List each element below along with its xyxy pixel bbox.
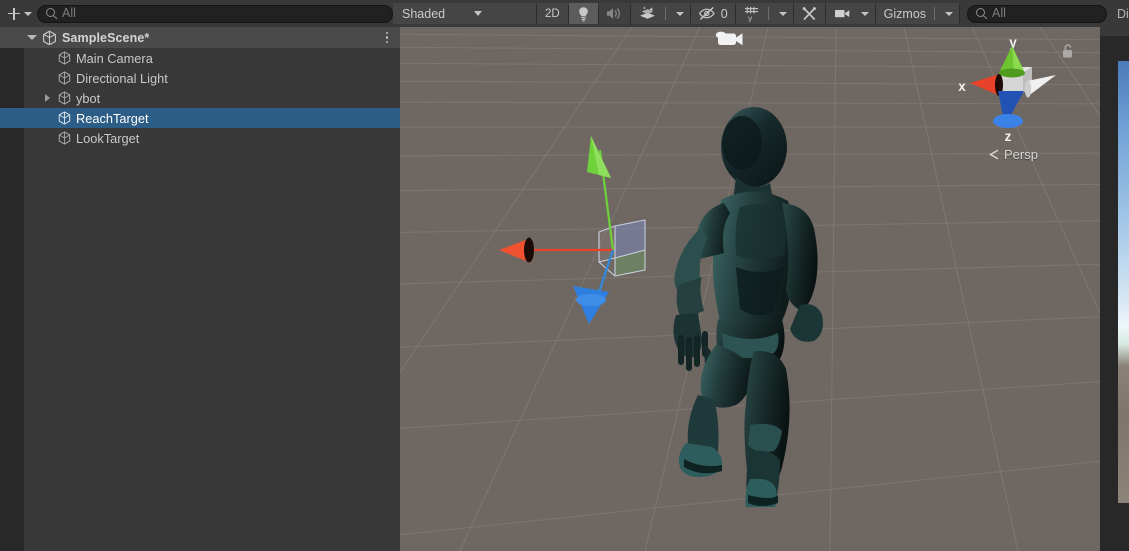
scene-camera-settings[interactable] xyxy=(825,3,875,24)
scene-view[interactable]: y x z Persp xyxy=(400,27,1100,551)
gameobject-cube-icon xyxy=(58,111,71,125)
move-tool-gizmo[interactable] xyxy=(495,122,685,345)
selection-wire-cube xyxy=(598,219,646,277)
hierarchy-scene-row[interactable]: SampleScene* xyxy=(0,27,400,48)
chevron-down-icon xyxy=(675,11,684,16)
gameobject-cube-icon xyxy=(58,71,71,85)
hierarchy-item-reachtarget[interactable]: ReachTarget xyxy=(0,108,400,128)
gizmos-label[interactable]: Gizmos xyxy=(876,7,933,21)
hierarchy-item-ybot[interactable]: ybot xyxy=(0,88,400,108)
axis-label-y: y xyxy=(1009,35,1017,50)
ybot-character[interactable] xyxy=(670,107,870,512)
chevron-down-icon xyxy=(778,11,787,16)
hidden-objects-toggle[interactable]: 0 xyxy=(690,3,735,24)
scene-orientation-gizmo[interactable]: y x z Persp xyxy=(948,29,1078,169)
grid-group: y xyxy=(735,3,793,24)
hierarchy-object-list: Main Camera Directional Light ybot Reach… xyxy=(0,48,400,148)
2d-mode-toggle[interactable]: 2D xyxy=(537,3,568,24)
gameobject-cube-icon xyxy=(58,131,71,145)
hierarchy-toolbar: All xyxy=(0,0,393,27)
hierarchy-item-looktarget[interactable]: LookTarget xyxy=(0,128,400,148)
hierarchy-item-label: ReachTarget xyxy=(76,110,149,126)
hierarchy-panel: SampleScene* Main Camera Directional Lig… xyxy=(0,27,400,551)
axis-label-x: x xyxy=(958,79,966,94)
kebab-menu-icon[interactable] xyxy=(385,27,388,48)
toolbar-divider xyxy=(664,7,666,20)
scene-view-toolbar: Shaded 2D 0 y Gizmos All Di xyxy=(393,0,1129,27)
scene-fx-group xyxy=(630,3,690,24)
speaker-icon xyxy=(606,8,620,19)
draw-mode-dropdown[interactable]: Shaded xyxy=(393,3,536,24)
tools-cross-icon xyxy=(802,6,816,20)
plus-icon xyxy=(7,7,21,21)
hierarchy-item-label: Directional Light xyxy=(76,70,168,86)
toolbar-divider xyxy=(934,7,936,20)
unity-scene-icon xyxy=(43,30,56,45)
camera-button[interactable] xyxy=(826,3,856,24)
eye-off-icon xyxy=(698,6,715,20)
toolbar-separator xyxy=(959,4,961,23)
scene-fx-toggle[interactable] xyxy=(631,3,664,24)
game-view-panel-sliver[interactable] xyxy=(1100,27,1129,551)
humanoid-mesh xyxy=(673,107,823,512)
camera-icon xyxy=(715,31,743,46)
camera-icon xyxy=(834,10,849,18)
scene-search-input[interactable]: All xyxy=(967,4,1108,23)
effects-layers-icon xyxy=(639,6,655,19)
top-toolbar: All Shaded 2D 0 y Gizmos All Di xyxy=(0,0,1129,27)
hierarchy-item-main-camera[interactable]: Main Camera xyxy=(0,48,400,68)
hierarchy-item-label: LookTarget xyxy=(76,130,140,146)
toolbar-divider xyxy=(767,7,769,20)
grid-axis-icon: y xyxy=(744,6,758,22)
scene-search-placeholder: All xyxy=(992,6,1006,21)
grid-visibility-toggle[interactable]: y xyxy=(736,3,767,24)
hierarchy-item-directional-light[interactable]: Directional Light xyxy=(0,68,400,88)
game-view-render xyxy=(1118,61,1129,503)
truncated-tab-label[interactable]: Dis xyxy=(1107,7,1129,21)
unity-editor-window: All Shaded 2D 0 y Gizmos All Di SampleSc… xyxy=(0,0,1129,551)
grid-dropdown[interactable] xyxy=(770,11,793,16)
camera-dropdown[interactable] xyxy=(856,11,875,16)
create-button[interactable] xyxy=(4,4,35,24)
projection-mode-label[interactable]: Persp xyxy=(948,147,1078,162)
chevron-right-icon[interactable] xyxy=(45,94,50,102)
translate-handles xyxy=(499,136,646,324)
hierarchy-search-input[interactable]: All xyxy=(37,4,393,23)
game-view-tabbar xyxy=(1100,27,1129,36)
snap-settings-button[interactable] xyxy=(793,3,825,24)
chevron-down-icon xyxy=(860,11,869,16)
scene-fx-dropdown[interactable] xyxy=(667,11,690,16)
gizmos-dropdown[interactable] xyxy=(936,11,959,16)
gizmos-group: Gizmos xyxy=(875,3,960,24)
hidden-objects-count: 0 xyxy=(720,6,728,21)
scene-audio-toggle[interactable] xyxy=(598,3,630,24)
axis-cones: y x z xyxy=(958,35,1056,144)
chevron-down-icon xyxy=(474,11,483,16)
gameobject-cube-icon xyxy=(58,91,71,105)
chevron-down-icon xyxy=(945,11,954,16)
chevron-down-icon xyxy=(24,11,32,16)
search-icon xyxy=(46,8,57,19)
svg-text:y: y xyxy=(748,13,753,22)
chevron-down-icon[interactable] xyxy=(27,35,37,40)
gameobject-cube-icon xyxy=(58,51,71,65)
main-camera-gizmo[interactable] xyxy=(710,27,750,54)
hierarchy-item-label: ybot xyxy=(76,90,101,106)
axis-label-z: z xyxy=(1005,129,1012,144)
hierarchy-search-placeholder: All xyxy=(62,6,76,21)
projection-label-text: Persp xyxy=(1004,147,1038,162)
draw-mode-label: Shaded xyxy=(402,6,446,21)
search-icon xyxy=(976,8,987,19)
chevron-left-icon xyxy=(989,149,999,160)
hierarchy-item-label: Main Camera xyxy=(76,50,153,66)
lightbulb-icon xyxy=(578,6,588,21)
scene-name-label: SampleScene* xyxy=(62,30,150,45)
scene-lighting-toggle[interactable] xyxy=(568,3,598,24)
2d-mode-label: 2D xyxy=(545,7,560,20)
lock-open-icon[interactable] xyxy=(1061,43,1074,62)
